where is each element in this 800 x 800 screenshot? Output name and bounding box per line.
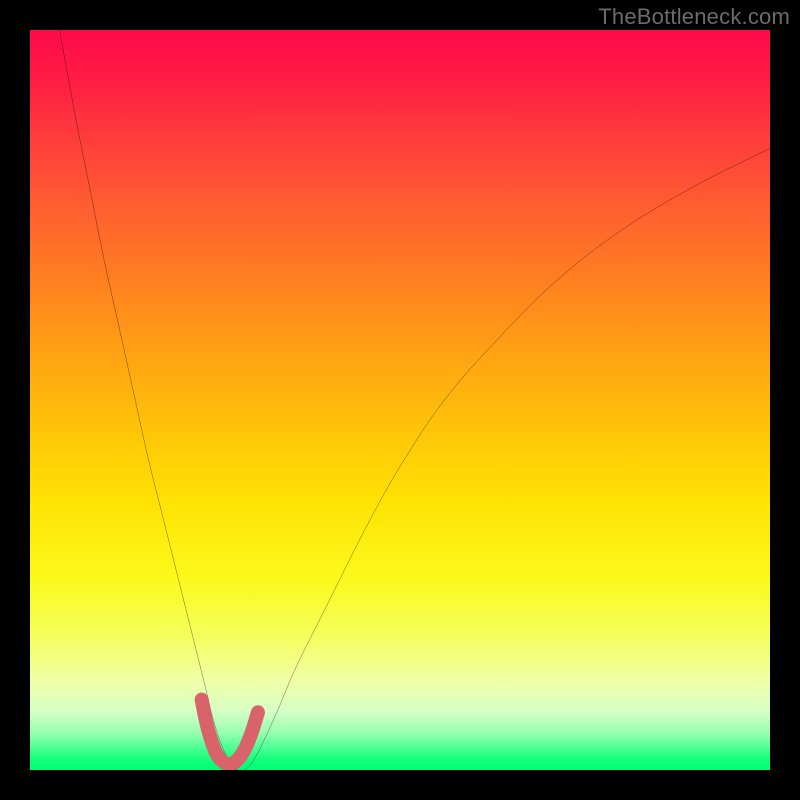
chart-svg bbox=[30, 30, 770, 770]
watermark-text: TheBottleneck.com bbox=[598, 4, 790, 30]
chart-frame: TheBottleneck.com bbox=[0, 0, 800, 800]
bottleneck-curve bbox=[60, 30, 770, 770]
optimal-region-highlight bbox=[202, 700, 258, 764]
plot-area bbox=[30, 30, 770, 770]
